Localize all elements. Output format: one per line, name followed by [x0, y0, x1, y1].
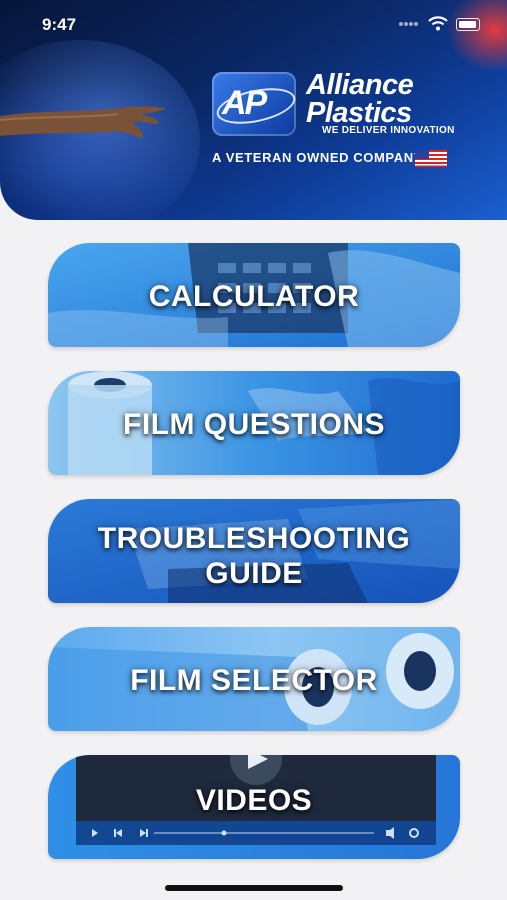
- film-selector-label: FILM SELECTOR: [130, 664, 378, 697]
- logo-initials: AP: [222, 84, 267, 122]
- status-bar: 9:47: [0, 0, 507, 50]
- videos-button[interactable]: VIDEOS: [48, 755, 460, 859]
- status-time: 9:47: [42, 15, 77, 34]
- film-questions-button[interactable]: FILM QUESTIONS: [48, 371, 460, 475]
- app-header: 9:47 AP Alliance Plastics WE DELIVER INN…: [0, 0, 507, 220]
- calculator-label: CALCULATOR: [148, 280, 360, 313]
- wifi-icon: [428, 16, 448, 31]
- battery-icon: [456, 18, 480, 31]
- videos-label: VIDEOS: [195, 784, 313, 817]
- home-indicator[interactable]: [165, 885, 343, 891]
- veteran-owned-text: A VETERAN OWNED COMPANY: [212, 150, 423, 165]
- hand-graphic: [0, 106, 166, 138]
- brand-name-line1: Alliance: [306, 69, 414, 101]
- troubleshooting-guide-button[interactable]: TROUBLESHOOTING GUIDE: [48, 499, 460, 603]
- brand-name-line2: Plastics: [306, 97, 412, 129]
- troubleshooting-label-line2: GUIDE: [205, 557, 303, 590]
- company-logo: AP: [212, 72, 296, 136]
- brand-tagline: WE DELIVER INNOVATION: [322, 125, 455, 136]
- film-selector-button[interactable]: FILM SELECTOR: [48, 627, 460, 731]
- cellular-signal-icon: [399, 22, 418, 26]
- film-questions-label: FILM QUESTIONS: [123, 408, 385, 441]
- troubleshooting-label-line1: TROUBLESHOOTING: [97, 522, 411, 555]
- us-flag-icon: [415, 150, 447, 167]
- calculator-button[interactable]: CALCULATOR: [48, 243, 460, 347]
